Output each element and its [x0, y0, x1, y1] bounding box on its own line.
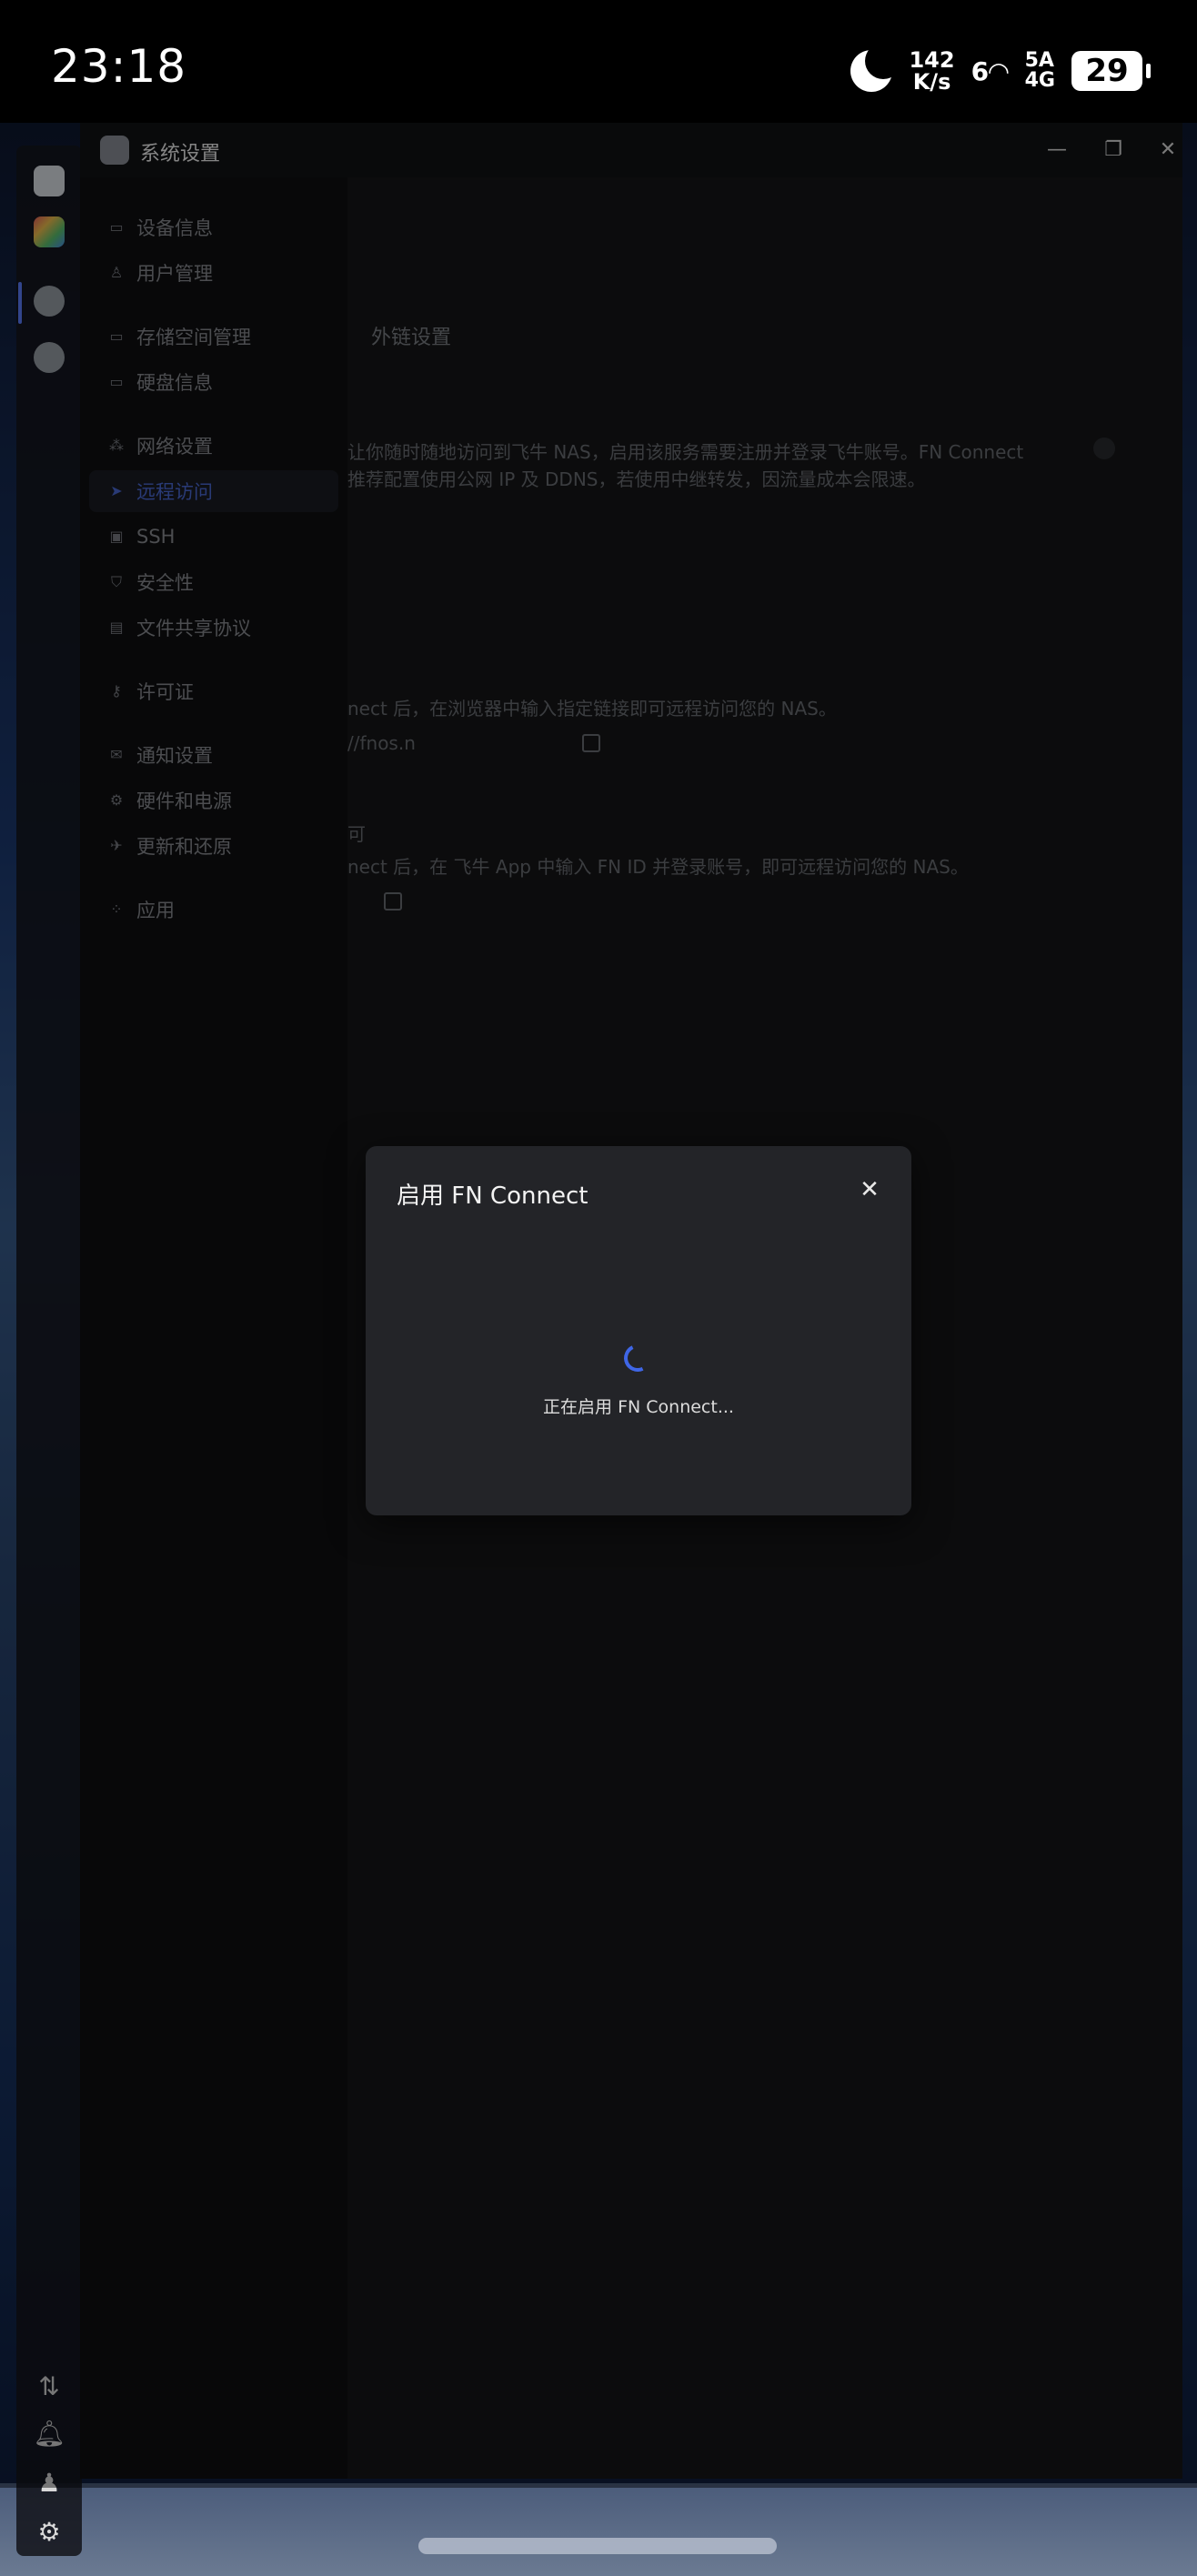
network-speed: 142 K/s	[909, 47, 955, 95]
battery-indicator: 29	[1071, 51, 1151, 91]
status-bar: 23:18 142 K/s 6◠ 5A 4G 29	[0, 0, 1197, 123]
bottom-bar	[0, 2483, 1197, 2576]
close-icon[interactable]: ✕	[855, 1175, 884, 1204]
do-not-disturb-icon	[850, 43, 902, 92]
cellular-signal-icon: 5A 4G	[1024, 49, 1055, 92]
status-icons: 142 K/s 6◠ 5A 4G 29	[850, 43, 1151, 98]
enable-fn-connect-dialog: 启用 FN Connect ✕ 正在启用 FN Connect...	[366, 1146, 911, 1515]
gear-icon[interactable]: ⚙	[33, 2516, 65, 2549]
home-indicator[interactable]	[418, 2538, 777, 2554]
dialog-title: 启用 FN Connect	[397, 1182, 588, 1210]
loading-spinner-icon	[619, 1340, 656, 1376]
dialog-status-message: 正在启用 FN Connect...	[543, 1397, 734, 1417]
wifi-icon: 6◠	[971, 55, 1009, 86]
clock: 23:18	[51, 40, 187, 93]
